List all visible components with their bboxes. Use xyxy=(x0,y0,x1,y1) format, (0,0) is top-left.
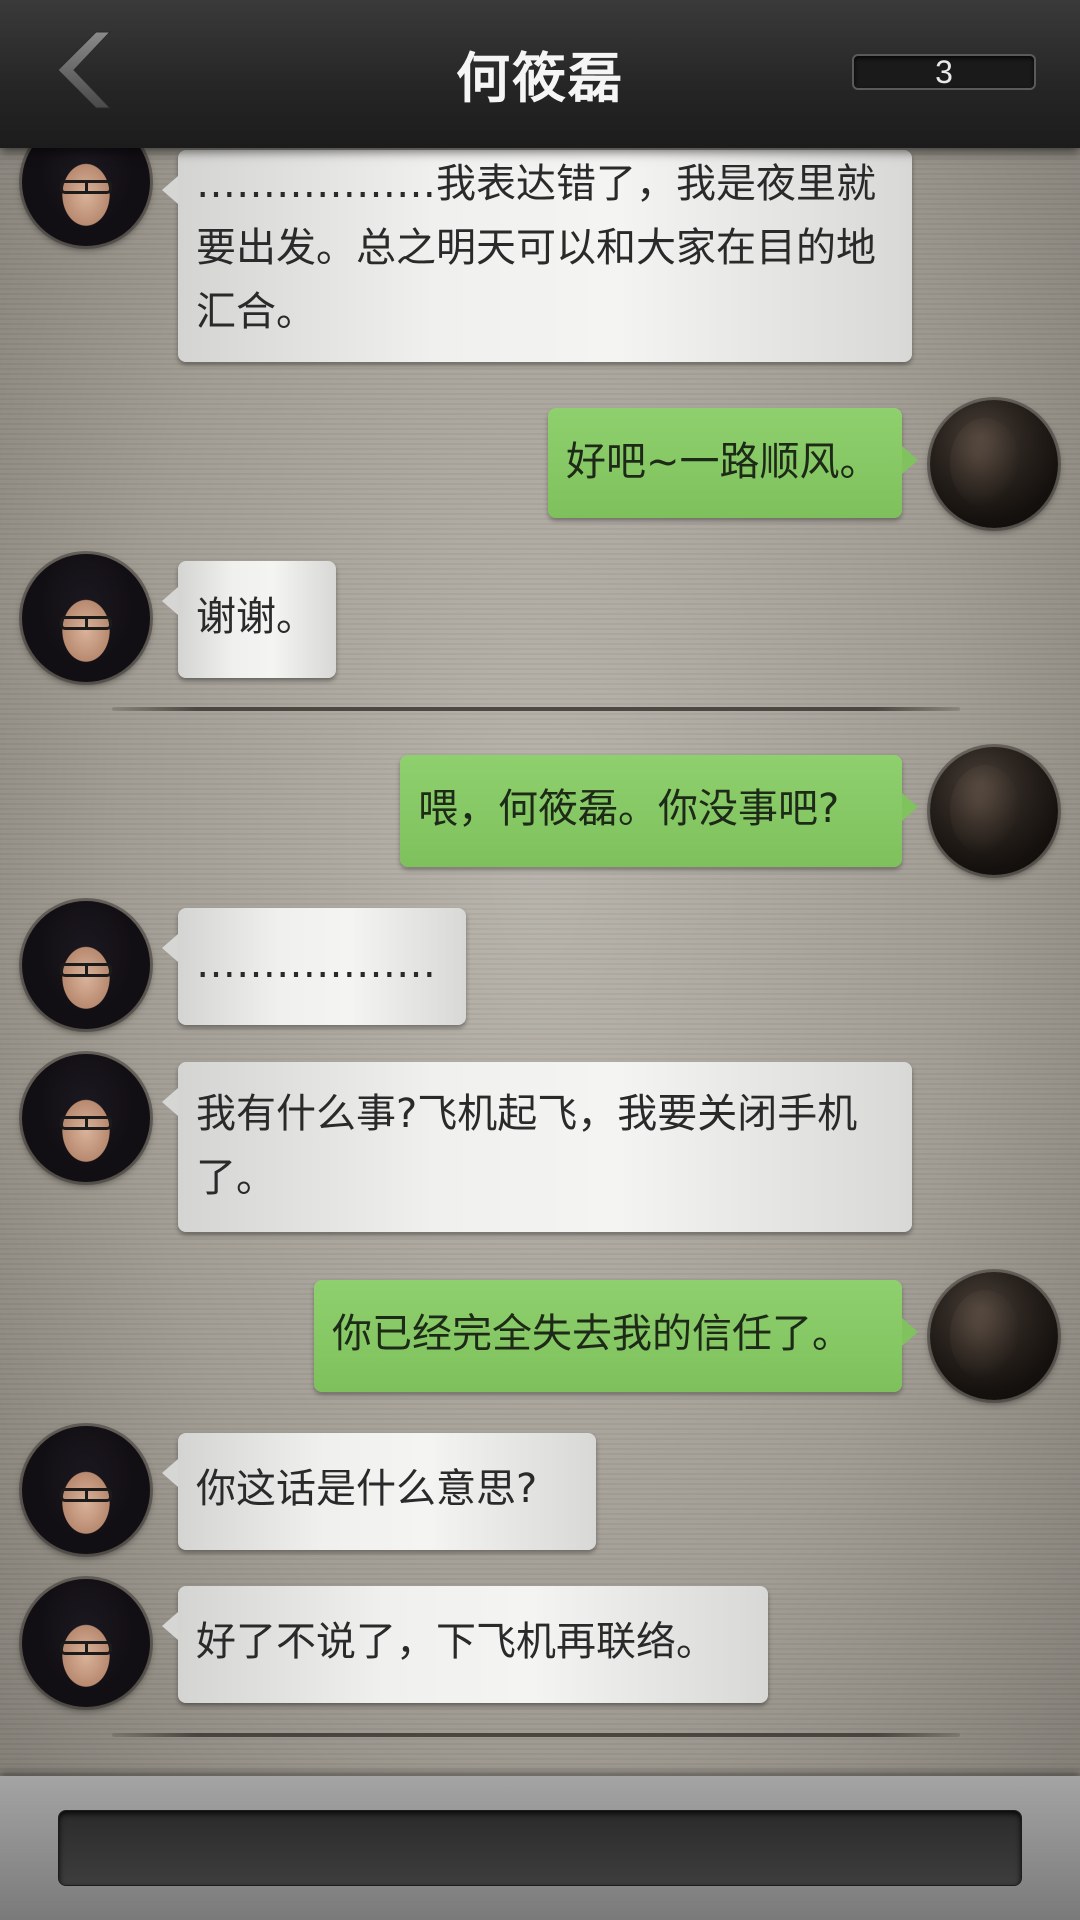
message-bubble-received: 好了不说了，下飞机再联络。 xyxy=(162,1586,768,1703)
input-bar xyxy=(0,1776,1080,1920)
friend-avatar[interactable] xyxy=(22,1054,150,1182)
friend-avatar[interactable] xyxy=(22,1579,150,1707)
conversation-divider xyxy=(112,1733,960,1737)
message-bubble-sent: 你已经完全失去我的信任了。 xyxy=(314,1280,918,1392)
self-avatar[interactable] xyxy=(930,1272,1058,1400)
message-bubble-received: 我有什么事?飞机起飞，我要关闭手机了。 xyxy=(162,1062,912,1232)
self-avatar[interactable] xyxy=(930,400,1058,528)
friend-avatar[interactable] xyxy=(22,554,150,682)
message-bubble-received: 你这话是什么意思? xyxy=(162,1433,596,1550)
conversation-divider xyxy=(112,707,960,711)
reply-input[interactable] xyxy=(58,1810,1022,1886)
friend-avatar[interactable] xyxy=(22,1426,150,1554)
top-bar: 何筱磊 3 xyxy=(0,0,1080,148)
message-bubble-sent: 喂，何筱磊。你没事吧? xyxy=(400,755,918,867)
self-avatar[interactable] xyxy=(930,747,1058,875)
message-bubble-received: ………………我表达错了，我是夜里就要出发。总之明天可以和大家在目的地汇合。 xyxy=(162,150,912,362)
message-counter: 3 xyxy=(852,54,1036,90)
message-bubble-received: 谢谢。 xyxy=(162,561,336,678)
message-bubble-sent: 好吧~一路顺风。 xyxy=(548,408,918,518)
message-bubble-received: ……………… xyxy=(162,908,466,1025)
friend-avatar[interactable] xyxy=(22,901,150,1029)
chat-area[interactable]: ………………我表达错了，我是夜里就要出发。总之明天可以和大家在目的地汇合。 好吧… xyxy=(0,0,1080,1776)
